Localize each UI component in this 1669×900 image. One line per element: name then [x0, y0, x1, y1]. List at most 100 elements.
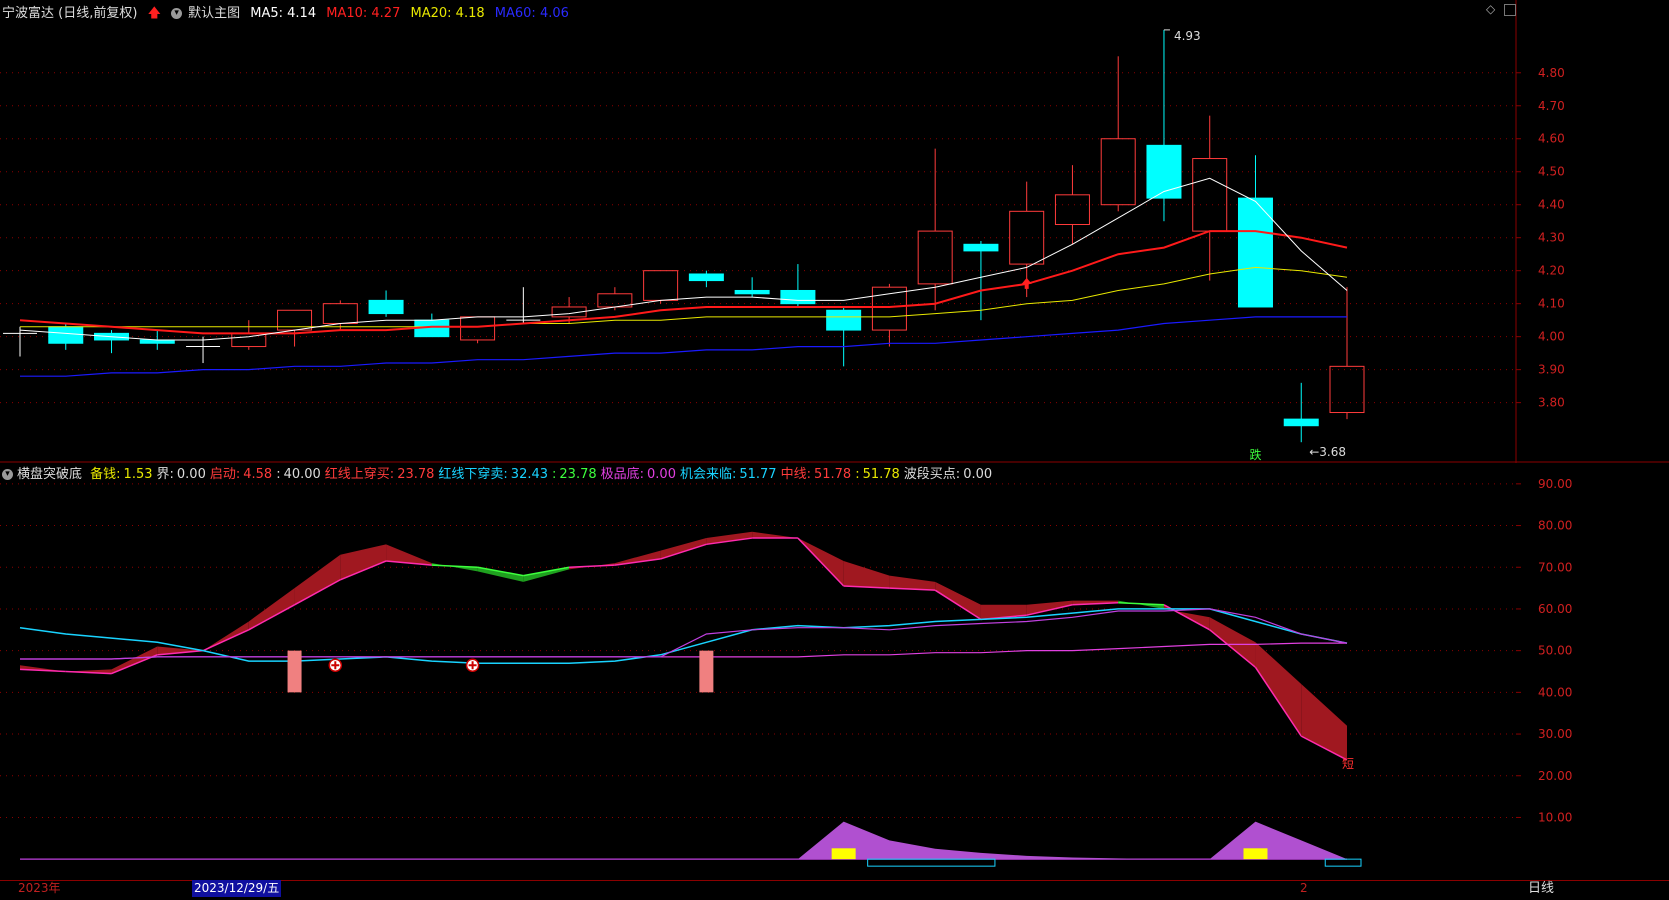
indicator-chart[interactable]: 短 90.00 80.00 70.00 60.00 50.00 40.00 30.00 20.…	[0, 463, 1669, 880]
indicator-item-label: 极品底:	[600, 467, 645, 482]
candle-body	[917, 230, 953, 285]
buy-arrow-icon	[1021, 277, 1032, 289]
candle	[1283, 382, 1319, 443]
candle	[826, 306, 862, 367]
red-band-segment	[203, 621, 249, 651]
indicator-item-value: 40.00	[283, 467, 321, 482]
indicator-item-label: :	[552, 467, 557, 482]
chevron-down-icon[interactable]: ▾	[2, 469, 13, 480]
chevron-down-icon[interactable]: ▾	[171, 8, 183, 19]
indicator-item-value: 51.78	[862, 467, 900, 482]
ma5-legend: MA5: 4.14	[250, 6, 316, 21]
ma20-value: 4.18	[455, 6, 485, 21]
indicator-item-6: :23.78	[552, 467, 597, 482]
indicator-item-label: 启动:	[209, 467, 241, 482]
die-label: 跌	[1249, 447, 1261, 462]
ma5-label: MA5:	[250, 6, 283, 21]
ma60-label: MA60:	[494, 6, 536, 21]
low-label: ←3.68	[1309, 445, 1346, 459]
indicator-name[interactable]: 横盘突破底	[17, 467, 82, 482]
up-arrow-icon: 🡅	[147, 6, 161, 21]
indicator-item-label: 界:	[156, 467, 174, 482]
red-band-segment	[1255, 642, 1302, 737]
candle	[1329, 287, 1365, 420]
price-chart[interactable]: 4.80 4.70 4.60 4.50 4.40 4.30 4.20 4.10 4.00 3.90…	[0, 0, 1669, 463]
template-label[interactable]: 默认主图	[188, 6, 240, 21]
candle-body	[780, 289, 816, 305]
red-band-segment	[935, 581, 981, 620]
indicator-tick-label: 90.00	[1538, 477, 1572, 491]
red-band-segment	[614, 550, 661, 566]
band-edge	[569, 564, 615, 568]
candle-body	[368, 299, 404, 315]
red-band-segment	[752, 531, 798, 539]
indicator-item-10: :51.78	[855, 467, 900, 482]
ma10-label: MA10:	[326, 6, 368, 21]
yellow-signal-box	[831, 848, 856, 860]
candle	[1100, 56, 1136, 212]
indicator-tick-label: 50.00	[1538, 644, 1572, 658]
month-label: 2	[1300, 881, 1308, 895]
plus-circle-icon	[328, 658, 343, 672]
ma60-value: 4.06	[539, 6, 569, 21]
price-tick-label: 4.30	[1538, 231, 1565, 245]
indicator-item-label: 中线:	[780, 467, 811, 482]
ma10-value: 4.27	[371, 6, 401, 21]
indicator-item-5: 红线下穿卖: 32.43	[438, 467, 548, 482]
candle-body	[1100, 138, 1136, 206]
candle	[414, 313, 450, 338]
indicator-tick-label: 10.00	[1538, 810, 1572, 824]
red-band-segment	[340, 544, 387, 580]
indicator-tick-label: 70.00	[1538, 560, 1572, 574]
cyan-line	[19, 608, 1348, 664]
indicator-item-9: 中线: 51.78	[781, 467, 852, 482]
candle	[368, 290, 404, 317]
band-edge	[19, 668, 66, 673]
candle	[917, 148, 953, 311]
ma60-legend: MA60: 4.06	[495, 6, 569, 21]
indicator-item-8: 机会来临: 51.77	[680, 467, 777, 482]
price-tick-label: 4.50	[1538, 165, 1565, 179]
stock-title[interactable]: 宁波富达 (日线,前复权)	[2, 6, 137, 21]
candle-body	[460, 316, 496, 341]
indicator-header: ▾ 横盘突破底 备钱: 1.53 界: 0.00 启动: 4.58:40.00 红线上穿买: 2…	[2, 463, 1000, 482]
duan-label: 短	[1342, 757, 1354, 771]
cyan-outline-box	[867, 858, 996, 867]
period-label[interactable]: 日线	[1528, 880, 1554, 897]
price-tick-label: 4.00	[1538, 330, 1565, 344]
band-edge	[202, 629, 250, 652]
indicator-item-label: 红线下穿卖:	[438, 467, 508, 482]
price-tick-label: 4.80	[1538, 66, 1565, 80]
candle-body	[1283, 418, 1319, 427]
plus-circle-icon	[465, 658, 480, 672]
candle	[1192, 115, 1228, 281]
candle-body	[826, 309, 862, 331]
indicator-item-3: :40.00	[276, 467, 321, 482]
window-square-icon[interactable]	[1504, 4, 1516, 16]
candle-body	[322, 303, 358, 324]
cursor-date: 2023/12/29/五	[192, 880, 282, 897]
ma10-legend: MA10: 4.27	[326, 6, 400, 21]
indicator-tick-label: 20.00	[1538, 769, 1572, 783]
ma5-line	[19, 177, 1348, 341]
band-edge	[1118, 601, 1164, 606]
diamond-icon[interactable]: ◇	[1486, 2, 1495, 16]
red-band-segment	[843, 560, 890, 589]
candle	[1146, 29, 1182, 222]
candle-body	[48, 326, 84, 344]
red-band-segment	[706, 531, 753, 545]
candle	[94, 330, 130, 354]
cyan-outline-box	[1324, 858, 1362, 867]
indicator-item-label: :	[276, 467, 281, 482]
ma20-legend: MA20: 4.18	[411, 6, 485, 21]
candle	[1054, 165, 1090, 245]
indicator-item-label: 备钱:	[90, 467, 121, 482]
indicator-item-label: :	[855, 467, 860, 482]
indicator-tick-label: 30.00	[1538, 727, 1572, 741]
indicator-item-value: 23.78	[559, 467, 597, 482]
price-tick-label: 4.10	[1538, 297, 1565, 311]
salmon-signal-bar	[287, 650, 302, 693]
indicator-item-7: 极品底: 0.00	[601, 467, 676, 482]
indicator-item-value: 51.77	[739, 467, 777, 482]
price-tick-label: 3.80	[1538, 396, 1565, 410]
